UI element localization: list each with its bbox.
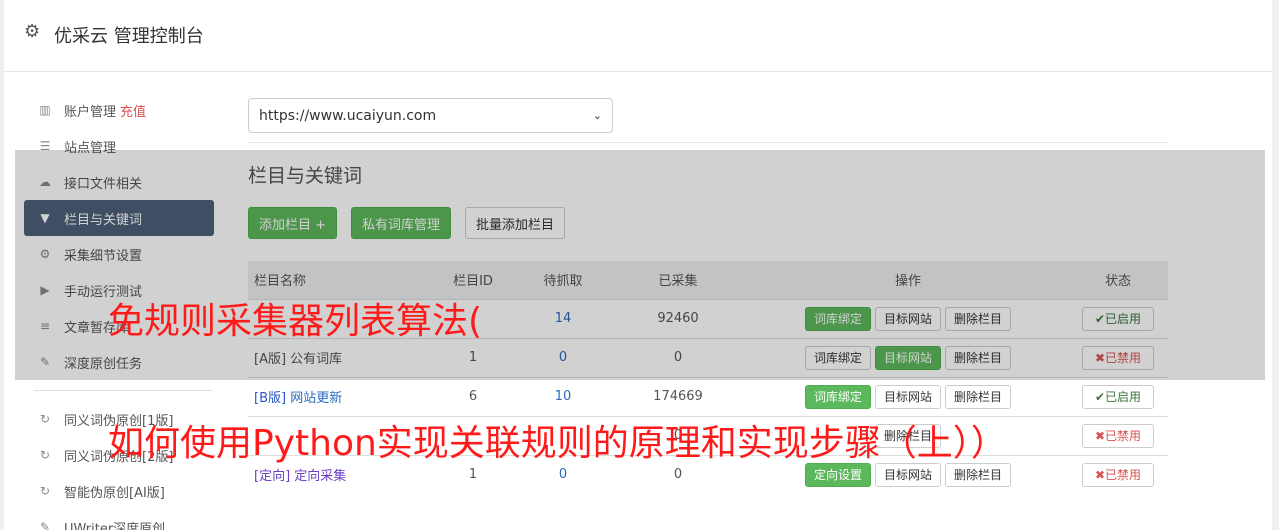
cell-status: ✖已禁用 [1068, 415, 1168, 455]
column-name-link[interactable]: 网站更新 [290, 391, 342, 406]
table-row: [B版] 网站更新 6 10 174669 词库绑定 目标网站 删除栏目 ✔已启用 [248, 376, 1168, 416]
watermark-line-1: 免规则采集器列表算法( [108, 301, 483, 342]
sidebar-item-label: UWriter深度原创 [64, 521, 166, 530]
refresh-icon: ↻ [39, 484, 51, 498]
status-badge[interactable]: ✔已启用 [1082, 384, 1154, 409]
pending-link[interactable]: 10 [555, 389, 572, 404]
sidebar-item-label: 账户管理 [64, 104, 117, 120]
page-title: 优采云 管理控制台 [54, 26, 204, 47]
delete-column-button[interactable]: 删除栏目 [945, 384, 1012, 409]
refresh-icon: ↻ [39, 448, 51, 462]
chevron-down-icon: ⌄ [592, 109, 602, 122]
row-tag: [B版] [254, 391, 287, 406]
sidebar-item-ai[interactable]: ↻ 智能伪原创[AI版] [24, 473, 214, 509]
watermark-line-2: 如何使用Python实现关联规则的原理和实现步骤（上）） [108, 423, 1007, 464]
lexicon-bind-button[interactable]: 词库绑定 [804, 384, 871, 409]
sidebar-item-account[interactable]: ▥ 账户管理 充值 [24, 92, 214, 128]
status-badge[interactable]: ✖已禁用 [1082, 462, 1154, 487]
cell-pending: 10 [518, 376, 608, 416]
cell-id: 6 [428, 376, 518, 416]
cell-status: ✔已启用 [1068, 376, 1168, 416]
recharge-link[interactable]: 充值 [120, 101, 146, 120]
site-select-value: https://www.ucaiyun.com [259, 107, 437, 124]
directed-settings-button[interactable]: 定向设置 [804, 462, 871, 487]
status-badge[interactable]: ✖已禁用 [1082, 423, 1154, 448]
target-site-button[interactable]: 目标网站 [874, 384, 941, 409]
column-name-link[interactable]: 定向采集 [294, 469, 346, 484]
divider [248, 142, 1168, 143]
cell-collected: 174669 [608, 376, 748, 416]
target-site-button[interactable]: 目标网站 [874, 462, 941, 487]
edit-icon: ✎ [39, 520, 51, 530]
site-select[interactable]: https://www.ucaiyun.com ⌄ [248, 98, 613, 133]
delete-column-button[interactable]: 删除栏目 [945, 462, 1012, 487]
cell-ops: 词库绑定 目标网站 删除栏目 [748, 376, 1068, 416]
chart-icon: ▥ [39, 103, 51, 117]
sidebar-item-label: 智能伪原创[AI版] [64, 485, 165, 501]
cell-name: [B版] 网站更新 [248, 376, 428, 416]
sidebar-item-uwriter[interactable]: ✎ UWriter深度原创 [24, 509, 214, 530]
gear-icon: ⚙ [24, 21, 41, 42]
refresh-icon: ↻ [39, 412, 51, 426]
pending-link[interactable]: 0 [559, 467, 567, 482]
watermark-overlay [15, 150, 1265, 380]
cell-status: ✖已禁用 [1068, 454, 1168, 494]
sidebar-divider [34, 390, 212, 391]
row-tag: [定向] [254, 469, 291, 485]
page-header: ⚙ 优采云 管理控制台 [4, 0, 1272, 72]
